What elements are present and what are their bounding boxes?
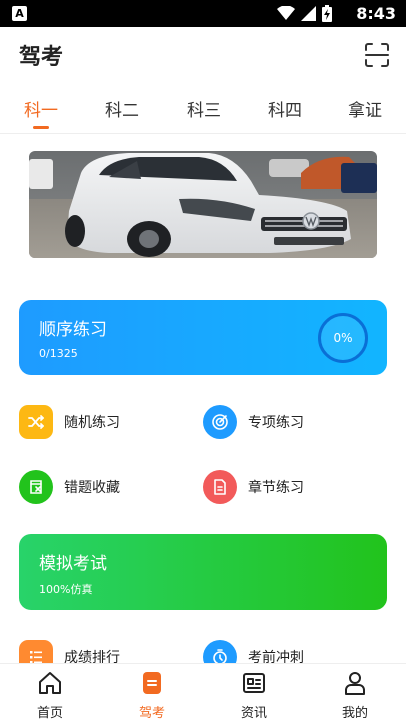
random-practice-button[interactable]: 随机练习: [19, 405, 120, 439]
special-practice-label: 专项练习: [248, 415, 304, 431]
battery-icon: [322, 5, 332, 22]
page-title: 驾考: [19, 45, 64, 70]
bottom-nav: 首页 驾考 资讯 我的: [0, 663, 406, 722]
sequential-practice-progress: 0/1325: [39, 347, 78, 360]
mock-exam-subtitle: 100%仿真: [39, 583, 93, 596]
tab-license[interactable]: 拿证: [348, 96, 382, 121]
nav-news-label: 资讯: [240, 706, 267, 721]
wrong-questions-label: 错题收藏: [64, 480, 120, 496]
special-practice-button[interactable]: 专项练习: [203, 405, 304, 439]
system-icons: [277, 5, 332, 22]
exam-doc-icon: [143, 672, 161, 694]
sequential-practice-title: 顺序练习: [39, 320, 107, 340]
nav-profile-label: 我的: [341, 706, 368, 721]
scan-icon[interactable]: [364, 42, 390, 68]
sequential-practice-card[interactable]: 顺序练习 0/1325 0%: [19, 300, 387, 375]
chapter-practice-label: 章节练习: [248, 480, 304, 496]
nav-profile[interactable]: 我的: [320, 670, 390, 721]
status-time: 8:43: [356, 4, 396, 23]
news-icon: [243, 673, 265, 693]
active-tab-indicator: [33, 126, 49, 129]
wrong-questions-button[interactable]: 错题收藏: [19, 470, 120, 504]
wifi-icon: [277, 6, 295, 20]
nav-exam[interactable]: 驾考: [117, 670, 187, 721]
progress-ring: 0%: [318, 313, 368, 363]
home-icon: [39, 672, 61, 694]
shuffle-icon: [19, 405, 53, 439]
document-icon: [203, 470, 237, 504]
signal-icon: [301, 6, 316, 21]
mock-exam-title: 模拟考试: [39, 554, 107, 574]
target-icon: [203, 405, 237, 439]
tab-subject-2[interactable]: 科二: [105, 96, 139, 121]
subject-tabs: 科一 科二 科三 科四 拿证: [0, 82, 406, 134]
nav-home-label: 首页: [36, 706, 63, 721]
tab-subject-1[interactable]: 科一: [24, 96, 58, 121]
nav-news[interactable]: 资讯: [219, 670, 289, 721]
profile-icon: [345, 672, 365, 695]
chapter-practice-button[interactable]: 章节练习: [203, 470, 304, 504]
nav-home[interactable]: 首页: [15, 670, 85, 721]
status-bar: A 8:43: [0, 0, 406, 27]
car-photo: [29, 151, 377, 258]
nav-exam-label: 驾考: [138, 706, 165, 721]
tab-subject-3[interactable]: 科三: [187, 96, 221, 121]
app-header: 驾考: [0, 27, 406, 82]
banner-image[interactable]: [29, 151, 377, 258]
random-practice-label: 随机练习: [64, 415, 120, 431]
bookmark-x-icon: [19, 470, 53, 504]
mock-exam-card[interactable]: 模拟考试 100%仿真: [19, 534, 387, 610]
tab-subject-4[interactable]: 科四: [268, 96, 302, 121]
notification-icon: A: [12, 6, 27, 21]
